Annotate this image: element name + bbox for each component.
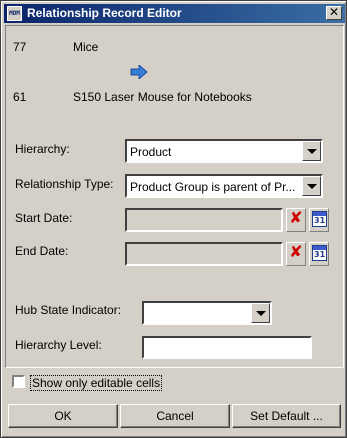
window-title: Relationship Record Editor [27, 6, 182, 20]
parent-record-name: Mice [73, 40, 99, 54]
end-date-label: End Date: [15, 244, 69, 258]
end-date-field[interactable] [125, 242, 283, 266]
start-date-field[interactable] [125, 208, 283, 232]
set-default-button[interactable]: Set Default ... [232, 404, 341, 428]
hierarchy-level-input[interactable] [142, 336, 312, 359]
child-record-name: S150 Laser Mouse for Notebooks [73, 90, 252, 104]
hierarchy-dropdown[interactable]: Product [125, 139, 323, 163]
hub-state-label: Hub State Indicator: [15, 303, 122, 317]
parent-record-id: 77 [13, 40, 27, 54]
child-record-id: 61 [13, 90, 27, 104]
relationship-type-label: Relationship Type: [15, 177, 114, 191]
show-editable-label[interactable]: Show only editable cells [30, 375, 163, 391]
close-button[interactable]: ✕ [326, 6, 342, 20]
dialog-window: MDM Relationship Record Editor ✕ 77 Mice… [0, 0, 347, 438]
content-panel: 77 Mice 61 S150 Laser Mouse for Notebook… [5, 25, 344, 368]
end-date-calendar-button[interactable]: 31 [309, 242, 329, 266]
relationship-type-value: Product Group is parent of Pr... [130, 180, 296, 194]
start-date-label: Start Date: [15, 211, 73, 225]
chevron-down-icon[interactable] [302, 141, 321, 161]
chevron-down-icon[interactable] [251, 303, 270, 323]
hierarchy-value: Product [130, 145, 172, 159]
relationship-type-dropdown[interactable]: Product Group is parent of Pr... [125, 174, 323, 198]
title-bar[interactable]: MDM Relationship Record Editor ✕ [4, 4, 345, 23]
app-icon: MDM [7, 6, 22, 21]
clear-start-date-button[interactable]: ✘ [286, 208, 306, 232]
hierarchy-level-label: Hierarchy Level: [15, 338, 102, 352]
hierarchy-label: Hierarchy: [15, 142, 70, 156]
calendar-icon: 31 [312, 245, 327, 261]
ok-button[interactable]: OK [8, 404, 118, 428]
calendar-icon: 31 [312, 211, 327, 227]
cancel-button[interactable]: Cancel [120, 404, 230, 428]
close-icon: ✘ [289, 208, 303, 227]
arrow-right-icon [130, 65, 148, 79]
chevron-down-icon[interactable] [302, 176, 321, 196]
show-editable-checkbox[interactable] [12, 375, 25, 388]
clear-end-date-button[interactable]: ✘ [286, 242, 306, 266]
close-icon: ✘ [289, 242, 303, 261]
hub-state-dropdown[interactable] [142, 301, 272, 325]
start-date-calendar-button[interactable]: 31 [309, 208, 329, 232]
